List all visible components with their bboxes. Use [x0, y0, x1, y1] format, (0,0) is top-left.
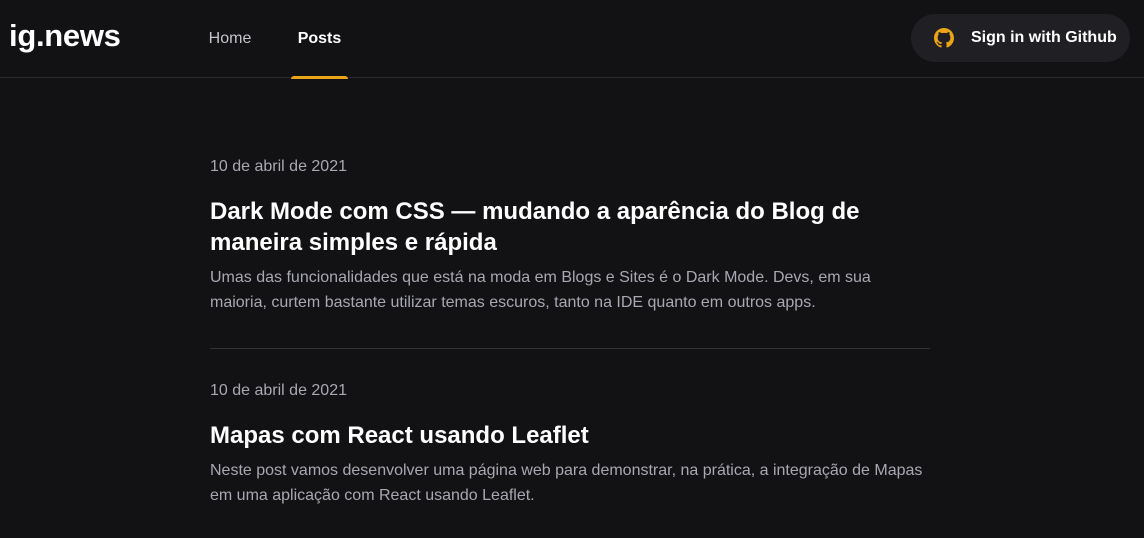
- github-icon: [934, 28, 954, 48]
- post-date: 10 de abril de 2021: [210, 382, 347, 399]
- sign-in-github-button[interactable]: Sign in with Github: [911, 14, 1130, 62]
- logo[interactable]: ig.news: [9, 18, 121, 54]
- header: ig.news Home Posts Sign in with Github: [0, 0, 1144, 79]
- post-date: 10 de abril de 2021: [210, 158, 347, 175]
- post-excerpt: Neste post vamos desenvolver uma página …: [210, 462, 923, 504]
- post-item[interactable]: 10 de abril de 2021 Mapas com React usan…: [210, 381, 930, 508]
- post-excerpt: Umas das funcionalidades que está na mod…: [210, 269, 871, 311]
- nav-link-posts[interactable]: Posts: [291, 0, 348, 79]
- post-title[interactable]: Dark Mode com CSS — mudando a aparência …: [210, 196, 930, 258]
- post-divider: [210, 348, 930, 349]
- post-item[interactable]: 10 de abril de 2021 Dark Mode com CSS — …: [210, 157, 930, 315]
- nav-link-home[interactable]: Home: [206, 0, 254, 78]
- sign-in-label: Sign in with Github: [971, 29, 1117, 46]
- post-title[interactable]: Mapas com React usando Leaflet: [210, 420, 930, 451]
